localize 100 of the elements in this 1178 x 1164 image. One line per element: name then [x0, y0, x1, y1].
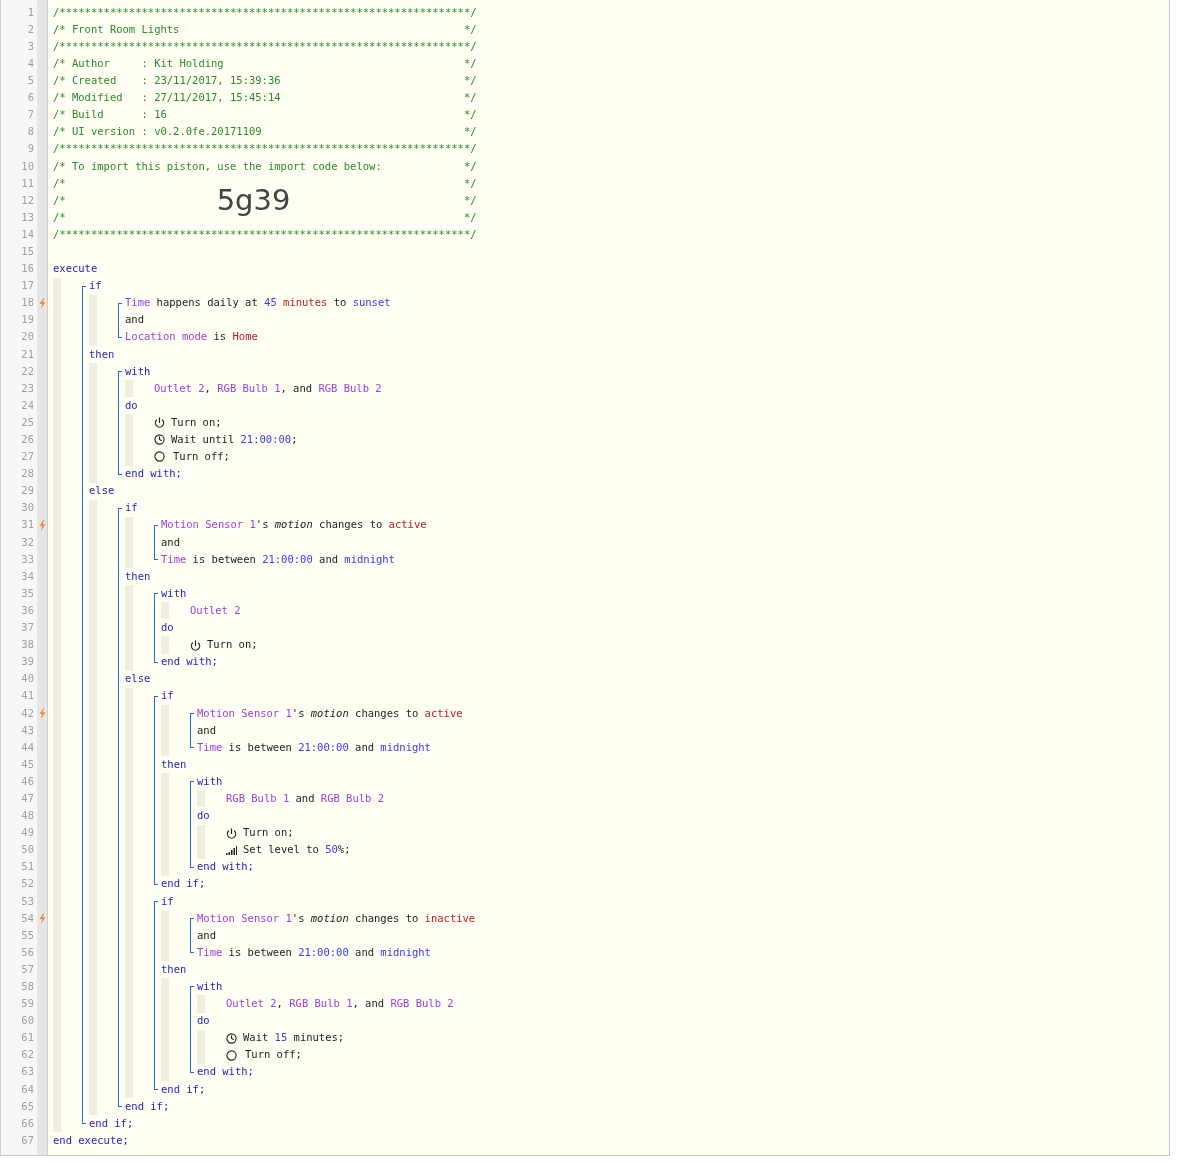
line-number: 39: [21, 654, 34, 670]
line-number: 34: [21, 568, 34, 584]
line-number: 64: [21, 1081, 34, 1097]
line-number: 66: [21, 1115, 34, 1131]
comment-line: /*****************************************************************/: [53, 38, 477, 54]
code-line: Motion Sensor 1's motion changes to active: [197, 705, 463, 721]
line-number: 45: [21, 756, 34, 772]
code-line: end with;: [125, 466, 182, 482]
comment-text: /* Build : 16: [53, 107, 167, 123]
code-line: then: [89, 346, 115, 362]
code-line: then: [161, 961, 187, 977]
line-number: 15: [21, 244, 34, 259]
code-line: Outlet 2: [190, 602, 241, 618]
comment-end: */: [463, 158, 477, 174]
comment-text: /* To import this piston, use the import code below:: [53, 158, 382, 174]
code-line: and: [197, 722, 216, 738]
comment-end: */: [463, 73, 477, 89]
line-number: 44: [21, 739, 34, 755]
line-number: 33: [21, 551, 34, 567]
line-number: 51: [21, 859, 34, 875]
code-line: do: [161, 620, 174, 636]
line-number: 53: [21, 893, 34, 909]
line-number: 67: [21, 1132, 34, 1148]
comment-end: */: [463, 21, 477, 37]
code-line: Turn off;: [245, 1047, 302, 1063]
code-line: with: [125, 363, 151, 379]
code-line: with: [197, 773, 223, 789]
code-line: Location mode is Home: [125, 329, 258, 345]
line-number: 65: [21, 1098, 34, 1114]
line-number: 60: [21, 1013, 34, 1029]
line-number: 1: [27, 4, 34, 20]
line-number: 52: [21, 876, 34, 892]
comment-line: /*****************************************************************/: [53, 4, 477, 20]
line-number: 54: [21, 910, 34, 926]
line-number: 55: [21, 927, 34, 943]
code-line: else: [125, 671, 151, 687]
code-line: and: [125, 312, 144, 328]
line-number: 37: [21, 620, 34, 636]
code-line: with: [161, 585, 187, 601]
line-number: 11: [21, 175, 34, 191]
signal-bars-icon: [226, 845, 237, 855]
code-line: if: [125, 500, 138, 516]
code-line: Turn on;: [171, 414, 222, 430]
line-number: 43: [21, 722, 34, 738]
comment-end: */: [463, 55, 477, 71]
code-line: Outlet 2, RGB Bulb 1, and RGB Bulb 2: [226, 996, 454, 1012]
code-line: end with;: [197, 1064, 254, 1080]
line-number: 20: [21, 329, 34, 345]
comment-end: */: [463, 209, 477, 225]
code-line: Turn off;: [173, 449, 230, 465]
code-line: end if;: [125, 1098, 170, 1114]
clock-icon: [154, 434, 165, 446]
comment-text: /* Modified : 27/11/2017, 15:45:14: [53, 90, 281, 106]
line-number: 48: [21, 808, 34, 824]
code-line: with: [197, 979, 223, 994]
code-line: do: [125, 397, 138, 413]
comment-end: */: [463, 124, 477, 140]
line-number: 24: [21, 397, 34, 413]
line-number: 9: [27, 141, 34, 157]
code-line: Turn on;: [243, 825, 294, 841]
import-code: 5g39: [216, 186, 291, 216]
comment-end: */: [463, 192, 477, 208]
line-number: 57: [21, 961, 34, 977]
line-number: 22: [21, 363, 34, 379]
line-number: 58: [21, 979, 34, 994]
comment-text: /* Front Room Lights: [53, 21, 180, 37]
line-number: 50: [21, 842, 34, 858]
code-line: end with;: [197, 859, 254, 875]
code-line: Wait 15 minutes;: [243, 1030, 345, 1046]
line-number: 5: [27, 73, 34, 89]
comment-text: /* UI version : v0.2.0fe.20171109: [53, 124, 262, 140]
code-line: end with;: [161, 654, 218, 670]
line-number: 46: [21, 773, 34, 789]
comment-text: /* Author : Kit Holding: [53, 55, 224, 71]
line-number: 10: [21, 158, 34, 174]
ring-icon: [154, 451, 165, 463]
line-number: 6: [27, 90, 34, 106]
comment-text: /*: [53, 175, 66, 191]
line-number: 25: [21, 414, 34, 430]
code-line: do: [197, 808, 210, 824]
code-line: Time happens daily at 45 minutes to sunset: [125, 295, 391, 311]
code-line: and: [197, 927, 216, 943]
power-icon: [190, 639, 201, 651]
code-line: Time is between 21:00:00 and midnight: [197, 739, 431, 755]
line-number: 19: [21, 312, 34, 328]
line-number: 38: [21, 637, 34, 653]
line-number: 47: [21, 791, 34, 806]
comment-text: /*: [53, 192, 66, 208]
line-number: 35: [21, 585, 34, 601]
power-icon: [154, 417, 165, 429]
line-number: 62: [21, 1047, 34, 1063]
comment-line: /*****************************************************************/: [53, 226, 477, 242]
comment-line: /*****************************************************************/: [53, 141, 477, 157]
comment-text: /*: [53, 209, 66, 225]
code-line: else: [89, 483, 115, 499]
line-number: 12: [21, 192, 34, 208]
code-line: if: [161, 688, 174, 704]
line-number: 4: [27, 55, 34, 71]
line-number: 32: [21, 534, 34, 550]
code-line: and: [161, 534, 180, 550]
